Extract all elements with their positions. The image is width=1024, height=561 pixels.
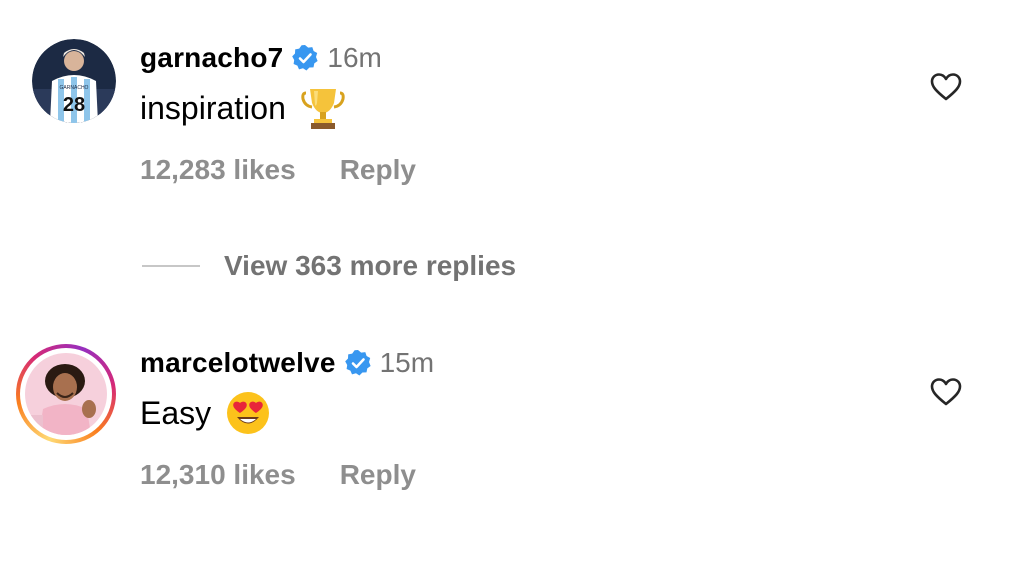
avatar-image: [25, 353, 107, 435]
avatar[interactable]: GARNACHO 28: [32, 39, 116, 123]
comment-header: marcelotwelve 15m: [140, 345, 434, 381]
comment-text: inspiration: [140, 89, 286, 126]
like-heart-icon[interactable]: [929, 71, 963, 103]
likes-count[interactable]: 12,283 likes: [140, 154, 296, 186]
reply-button[interactable]: Reply: [340, 154, 416, 186]
avatar-jersey-name: GARNACHO: [60, 85, 89, 91]
view-replies-button[interactable]: View 363 more replies: [142, 248, 516, 284]
comment-time: 15m: [379, 347, 435, 378]
reply-button[interactable]: Reply: [340, 459, 416, 491]
likes-count[interactable]: 12,310 likes: [140, 459, 296, 491]
comment-meta: 12,283 likes Reply: [140, 152, 416, 188]
verified-badge-icon: [344, 349, 372, 377]
avatar: [25, 353, 107, 435]
comments-list: GARNACHO 28 garnacho7 16m inspiration 12…: [0, 0, 1024, 561]
avatar-image: GARNACHO 28: [32, 39, 116, 123]
view-replies-label: View 363 more replies: [224, 250, 517, 281]
comment-body: inspiration: [140, 84, 346, 132]
avatar-story-ring[interactable]: [16, 344, 116, 444]
like-heart-icon[interactable]: [929, 376, 963, 408]
username[interactable]: garnacho7: [140, 42, 283, 74]
heart-eyes-emoji-icon: [225, 390, 271, 436]
comment-header: garnacho7 16m: [140, 40, 382, 76]
verified-badge-icon: [291, 44, 319, 72]
view-replies-divider: [142, 265, 200, 267]
comment-text: Easy: [140, 394, 212, 431]
comment-meta: 12,310 likes Reply: [140, 457, 416, 493]
comment-time: 16m: [327, 42, 382, 73]
avatar-jersey-number: 28: [63, 94, 85, 116]
comment-body: Easy: [140, 389, 271, 437]
trophy-icon: [300, 85, 346, 131]
username[interactable]: marcelotwelve: [140, 347, 336, 379]
